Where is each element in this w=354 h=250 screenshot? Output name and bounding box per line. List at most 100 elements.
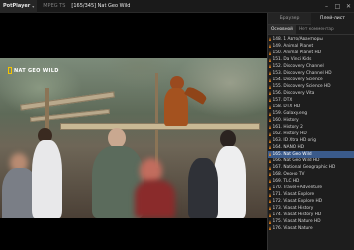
playlist-item[interactable]: 173. Viasat History <box>268 205 354 212</box>
cone-icon <box>269 77 271 82</box>
playlist-item-label: 160. History <box>272 117 299 123</box>
playlist-item-label: 150. Animal Planet HD <box>272 50 322 56</box>
playlist-item[interactable]: 156. Discovery Vita <box>268 90 354 97</box>
cone-icon <box>269 206 271 211</box>
playlist-item-label: 171. Viasat Explore <box>272 192 315 198</box>
cone-icon <box>269 118 271 123</box>
playlist-item-label: 167. National Geographic HD <box>272 165 336 171</box>
playlist-item[interactable]: 153. Discovery Channel HD <box>268 70 354 77</box>
cone-icon <box>269 219 271 224</box>
playlist-item[interactable]: 148. 1 Авто/Авантюры <box>268 36 354 43</box>
playlist-item-label: 169. TLC HD <box>272 178 300 184</box>
channel-logo: NAT GEO WILD <box>8 67 59 74</box>
cone-icon <box>269 165 271 170</box>
playlist-item[interactable]: 164. NANO HD <box>268 144 354 151</box>
playlist-item-label: 151. Da Vinci Kids <box>272 57 312 63</box>
playlist-item[interactable]: 168. Оконо TV <box>268 171 354 178</box>
video-area[interactable]: NAT GEO WILD <box>0 13 267 250</box>
playlist-item-label: 154. Discovery Science <box>272 77 323 83</box>
yellow-frame-icon <box>8 67 12 74</box>
playlist-item-label: 156. Discovery Vita <box>272 90 315 96</box>
playlist-item[interactable]: 167. National Geographic HD <box>268 164 354 171</box>
cone-icon <box>269 50 271 55</box>
playlist-item[interactable]: 159. Galaxy.eng <box>268 110 354 117</box>
playlist-item-label: 158. DTX HD <box>272 104 301 110</box>
playlist-list: 148. 1 Авто/Авантюры 149. Animal Planet 15… <box>268 36 354 232</box>
playlist-item-label: 170. Travel+Adventure <box>272 185 323 191</box>
cone-icon <box>269 199 271 204</box>
app-name: PotPlayer <box>3 3 31 9</box>
playlist-item-label: 166. Nat Geo Wild HD <box>272 158 320 164</box>
cone-icon <box>269 185 271 190</box>
video-frame: NAT GEO WILD <box>0 58 267 218</box>
playlist-item-label: 162. History HD <box>272 131 307 137</box>
playlist-item[interactable]: 174. Viasat History HD <box>268 212 354 219</box>
close-icon[interactable]: ✕ <box>345 3 352 10</box>
playlist-item[interactable]: 175. Viasat Nature HD <box>268 218 354 225</box>
playlist-item[interactable]: 149. Animal Planet <box>268 43 354 50</box>
cone-icon <box>269 212 271 217</box>
window-controls: – □ ✕ <box>323 0 352 13</box>
playlist-item-label: 163. ID Xtra HD orig <box>272 138 317 144</box>
playlist-item[interactable]: 171. Viasat Explore <box>268 191 354 198</box>
playlist-item[interactable]: 165. Nat Geo Wild <box>268 150 354 158</box>
cone-icon <box>269 44 271 49</box>
playlist-item[interactable]: 161. History 2 <box>268 124 354 131</box>
playlist-item[interactable]: 150. Animal Planet HD <box>268 50 354 57</box>
playlist-item-label: 165. Nat Geo Wild <box>272 151 312 157</box>
playlist-item-label: 159. Galaxy.eng <box>272 111 308 117</box>
playlist-item[interactable]: 172. Viasat Explore HD <box>268 198 354 205</box>
playlist-item-label: 153. Discovery Channel HD <box>272 70 332 76</box>
cone-icon <box>269 131 271 136</box>
playlist-item-label: 175. Viasat Nature HD <box>272 219 321 225</box>
playlist-item-label: 152. Discovery Channel <box>272 63 324 69</box>
cone-icon <box>269 172 271 177</box>
playlist-subtabs: Основной Нет комментар <box>268 25 354 35</box>
chevron-down-icon: ▾ <box>32 3 35 9</box>
window-title: [165/345] Nat Geo Wild <box>71 3 131 9</box>
playlist-item[interactable]: 166. Nat Geo Wild HD <box>268 158 354 165</box>
cone-icon <box>269 64 271 69</box>
playlist-item[interactable]: 176. Viasat Nature <box>268 225 354 232</box>
cone-icon <box>269 98 271 103</box>
playlist-item[interactable]: 152. Discovery Channel <box>268 63 354 70</box>
playlist-item[interactable]: 154. Discovery Science <box>268 77 354 84</box>
playlist-item[interactable]: 162. History HD <box>268 131 354 138</box>
playlist-item[interactable]: 170. Travel+Adventure <box>268 185 354 192</box>
playlist-item[interactable]: 157. DTX <box>268 97 354 104</box>
title-bar: PotPlayer ▾ MPEG TS [165/345] Nat Geo Wi… <box>0 0 354 13</box>
playlist-item-label: 155. Discovery Science HD <box>272 84 331 90</box>
subtab-no-comment[interactable]: Нет комментар <box>296 25 337 34</box>
panel-tabs: Браузер Плей-лист <box>268 13 354 25</box>
playlist-item-label: 148. 1 Авто/Авантюры <box>272 36 323 42</box>
cone-icon <box>269 57 271 62</box>
playlist-item[interactable]: 160. History <box>268 117 354 124</box>
playlist-item[interactable]: 155. Discovery Science HD <box>268 83 354 90</box>
tab-playlist[interactable]: Плей-лист <box>311 13 354 25</box>
cone-icon <box>269 138 271 143</box>
maximize-icon[interactable]: □ <box>334 3 341 10</box>
cone-icon <box>269 111 271 116</box>
playlist-item[interactable]: 163. ID Xtra HD orig <box>268 137 354 144</box>
tab-browser[interactable]: Браузер <box>268 13 311 25</box>
cone-icon <box>269 37 271 42</box>
cone-icon <box>269 145 271 150</box>
cone-icon <box>269 125 271 130</box>
playlist-panel: Браузер Плей-лист Основной Нет комментар… <box>267 13 354 250</box>
cone-icon <box>269 71 271 76</box>
playlist-item[interactable]: 151. Da Vinci Kids <box>268 56 354 63</box>
minimize-icon[interactable]: – <box>323 3 330 10</box>
cone-icon <box>269 158 271 163</box>
file-format-label: MPEG TS <box>43 3 66 9</box>
playlist-item-label: 161. History 2 <box>272 124 303 130</box>
cone-icon <box>269 179 271 184</box>
playlist-item[interactable]: 169. TLC HD <box>268 178 354 185</box>
subtab-main[interactable]: Основной <box>268 25 296 34</box>
cone-icon <box>269 226 271 231</box>
cone-icon <box>269 91 271 96</box>
cone-icon <box>269 152 271 157</box>
playlist-item[interactable]: 158. DTX HD <box>268 104 354 111</box>
playlist-item-label: 172. Viasat Explore HD <box>272 198 323 204</box>
playlist-item-label: 164. NANO HD <box>272 144 305 150</box>
app-menu-button[interactable]: PotPlayer ▾ <box>0 0 38 13</box>
